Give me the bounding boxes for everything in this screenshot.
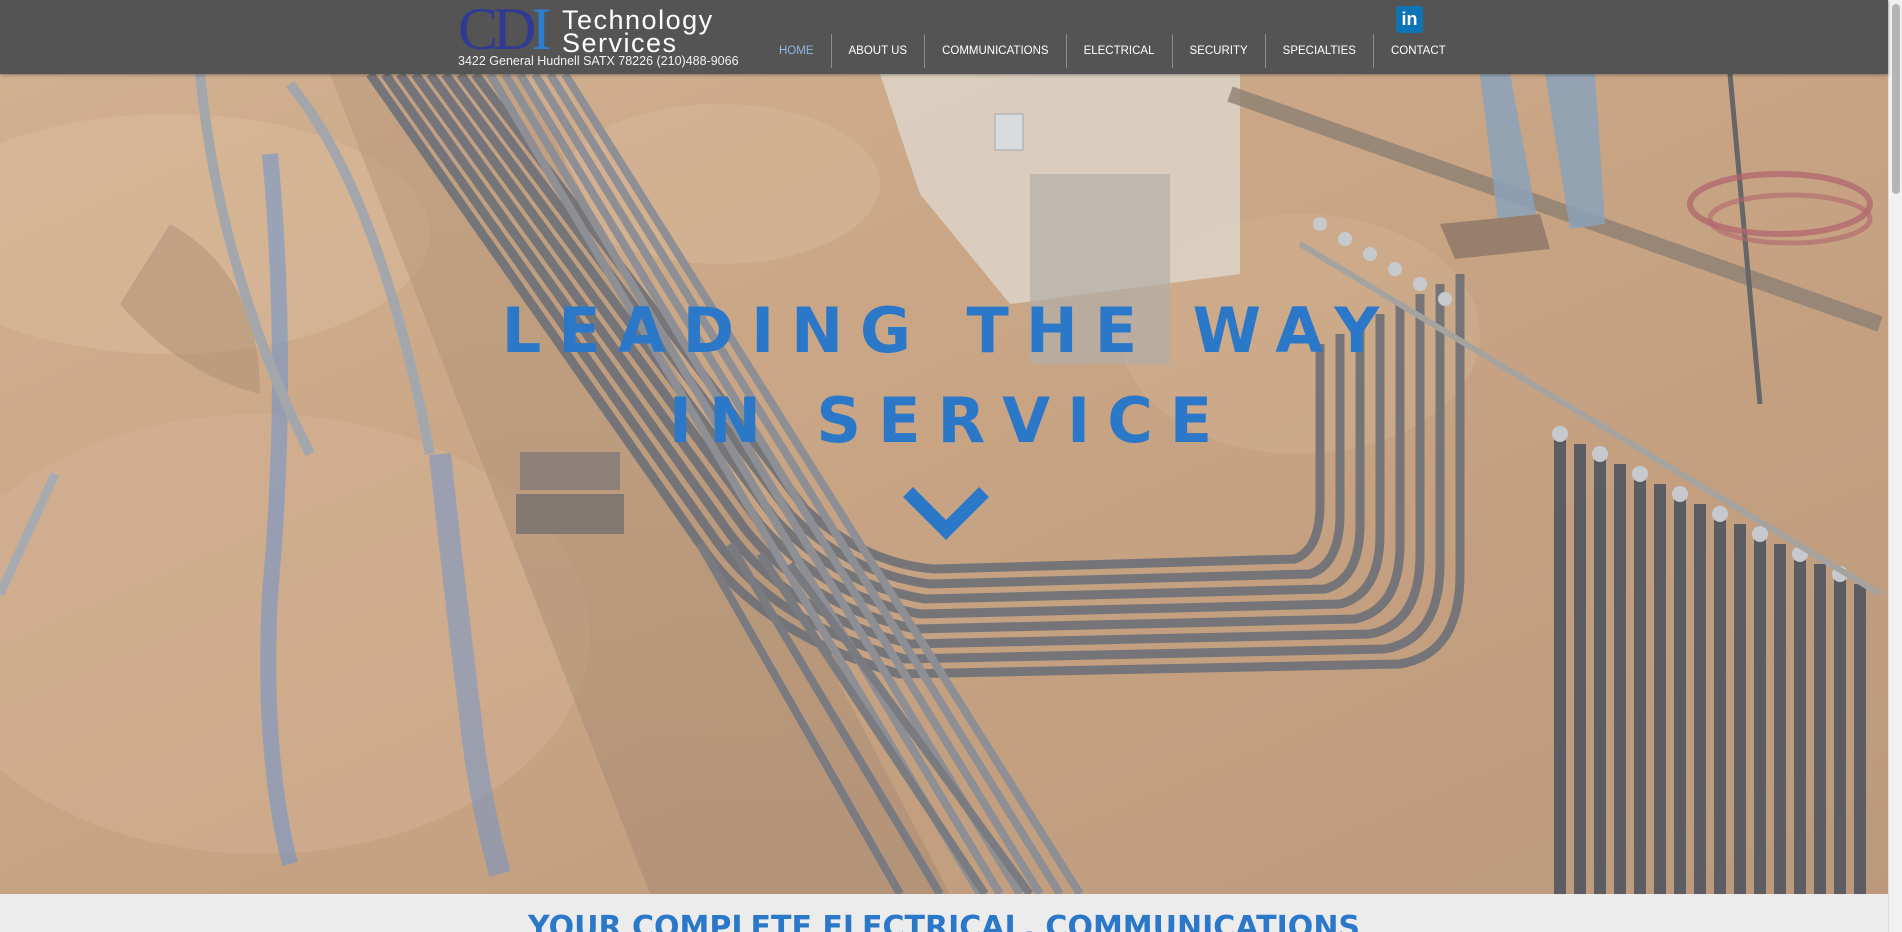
nav-electrical[interactable]: ELECTRICAL <box>1065 34 1172 68</box>
nav-contact[interactable]: CONTACT <box>1372 34 1463 68</box>
company-logo[interactable]: CDI Technology Services <box>458 0 720 59</box>
nav-home[interactable]: HOME <box>762 34 831 68</box>
linkedin-icon[interactable]: in <box>1396 6 1423 33</box>
nav-about-us[interactable]: ABOUT US <box>830 34 925 68</box>
hero-section: LEADING THE WAY IN SERVICE <box>0 74 1888 894</box>
services-section-title: YOUR COMPLETE ELECTRICAL, COMMUNICATIONS <box>527 910 1361 932</box>
hero-headline-line1: LEADING THE WAY <box>501 294 1397 367</box>
site-header: CDI Technology Services 3422 General Hud… <box>0 0 1888 74</box>
hero-headline-line2: IN SERVICE <box>668 384 1230 457</box>
nav-security[interactable]: SECURITY <box>1171 34 1265 68</box>
scrollbar-thumb[interactable] <box>1892 4 1900 194</box>
main-nav: HOME ABOUT US COMMUNICATIONS ELECTRICAL … <box>762 34 1463 68</box>
nav-communications[interactable]: COMMUNICATIONS <box>924 34 1065 68</box>
company-address: 3422 General Hudnell SATX 78226 (210)488… <box>458 54 739 68</box>
chevron-down-icon[interactable] <box>902 484 990 542</box>
logo-cdi-mark: CDI <box>458 0 551 62</box>
page-scrollbar[interactable] <box>1888 0 1902 932</box>
logo-text-line2: Services <box>562 28 678 58</box>
nav-specialties[interactable]: SPECIALTIES <box>1264 34 1373 68</box>
services-section: YOUR COMPLETE ELECTRICAL, COMMUNICATIONS <box>0 894 1888 932</box>
